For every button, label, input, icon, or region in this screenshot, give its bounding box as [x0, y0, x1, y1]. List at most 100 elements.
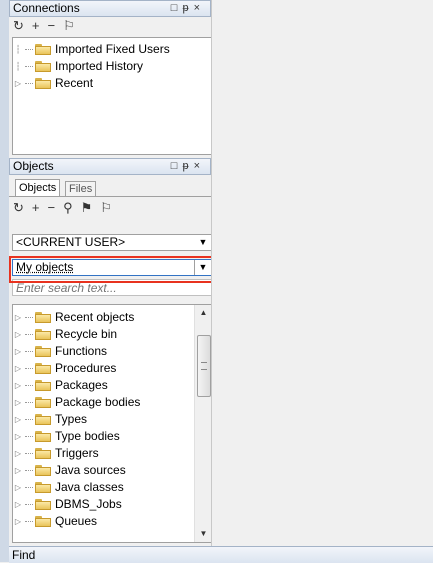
expand-icon[interactable]: ▷: [13, 360, 23, 377]
tree-item-type-bodies[interactable]: ▷ Type bodies: [13, 428, 212, 445]
tree-dots: [25, 435, 33, 438]
expand-icon[interactable]: ▷: [13, 411, 23, 428]
refresh-icon[interactable]: ↻: [13, 18, 24, 34]
find-icon[interactable]: ⚲: [63, 200, 73, 216]
tree-item-recent-objects[interactable]: ▷ Recent objects: [13, 309, 212, 326]
folder-icon: [35, 397, 51, 408]
refresh-icon[interactable]: ↻: [13, 200, 24, 216]
connections-panel: Connections □ᵽ× ↻ + − ⚐ ┆ Imported Fixed…: [9, 0, 213, 158]
add-icon[interactable]: +: [32, 200, 40, 216]
tree-item-imported-history[interactable]: ┆ Imported History: [13, 58, 212, 75]
tab-files[interactable]: Files: [65, 181, 97, 197]
tree-item-label: Package bodies: [55, 395, 141, 409]
panel-controls: □ᵽ×: [171, 1, 205, 16]
tree-item-package-bodies[interactable]: ▷ Package bodies: [13, 394, 212, 411]
user-select-value: <CURRENT USER>: [16, 235, 126, 249]
expand-icon[interactable]: ▷: [13, 343, 23, 360]
folder-icon: [35, 516, 51, 527]
expand-icon[interactable]: ▷: [13, 394, 23, 411]
scroll-down-icon[interactable]: ▼: [195, 526, 212, 542]
folder-icon: [35, 380, 51, 391]
folder-icon: [35, 499, 51, 510]
filter-icon[interactable]: ⚑: [81, 200, 93, 216]
folder-icon: [35, 44, 51, 55]
tree-dots: [25, 82, 33, 85]
tree-dots: [25, 452, 33, 455]
objects-tree[interactable]: ▷ Recent objects ▷ Recycle bin ▷ Functions ▷ Pr…: [12, 304, 213, 543]
tab-objects[interactable]: Objects: [15, 179, 61, 197]
tree-connector: ┆: [15, 45, 21, 54]
folder-icon: [35, 431, 51, 442]
connections-titlebar: Connections □ᵽ×: [9, 0, 211, 17]
objects-title: Objects: [13, 159, 54, 173]
scrollbar-thumb[interactable]: [197, 335, 211, 397]
folder-icon: [35, 465, 51, 476]
expand-icon[interactable]: ▷: [13, 496, 23, 513]
tree-dots: [25, 520, 33, 523]
tree-item-java-sources[interactable]: ▷ Java sources: [13, 462, 212, 479]
tree-item-imported-fixed-users[interactable]: ┆ Imported Fixed Users: [13, 41, 212, 58]
maximize-icon[interactable]: □: [171, 2, 183, 14]
remove-icon[interactable]: −: [48, 200, 56, 216]
tree-item-label: Java classes: [55, 480, 124, 494]
tree-item-recent[interactable]: ▷ Recent: [13, 75, 212, 92]
objects-tree-items: ▷ Recent objects ▷ Recycle bin ▷ Functions ▷ Pr…: [13, 305, 212, 530]
tree-dots: [25, 384, 33, 387]
pin-icon[interactable]: ᵽ: [182, 160, 193, 172]
expand-icon[interactable]: ▷: [13, 75, 23, 92]
connect-icon[interactable]: ⚐: [63, 18, 75, 34]
tree-item-label: Java sources: [55, 463, 126, 477]
pin-icon[interactable]: ᵽ: [182, 2, 193, 14]
tree-dots: [25, 401, 33, 404]
tree-dots: [25, 316, 33, 319]
vertical-scrollbar[interactable]: ▲ ▼: [194, 305, 212, 542]
tree-item-functions[interactable]: ▷ Functions: [13, 343, 212, 360]
tree-item-label: DBMS_Jobs: [55, 497, 122, 511]
connections-toolbar: ↻ + − ⚐: [9, 17, 211, 35]
tree-item-label: Imported Fixed Users: [55, 42, 170, 56]
tree-item-label: Imported History: [55, 59, 144, 73]
tree-dots: [25, 418, 33, 421]
tree-item-types[interactable]: ▷ Types: [13, 411, 212, 428]
tree-item-label: Packages: [55, 378, 108, 392]
tree-item-queues[interactable]: ▷ Queues: [13, 513, 212, 530]
tree-dots: [25, 503, 33, 506]
expand-icon[interactable]: ▷: [13, 377, 23, 394]
folder-icon: [35, 414, 51, 425]
tree-item-procedures[interactable]: ▷ Procedures: [13, 360, 212, 377]
dropdown-arrow-icon[interactable]: ▼: [195, 235, 211, 250]
expand-icon[interactable]: ▷: [13, 445, 23, 462]
main-workspace: [211, 0, 433, 546]
expand-icon[interactable]: ▷: [13, 479, 23, 496]
expand-icon[interactable]: ▷: [13, 428, 23, 445]
connections-tree[interactable]: ┆ Imported Fixed Users ┆ Imported Histor…: [12, 37, 213, 155]
close-icon[interactable]: ×: [194, 2, 205, 14]
tree-item-label: Queues: [55, 514, 98, 528]
objects-toolbar: ↻ + − ⚲ ⚑ ⚐: [9, 199, 211, 217]
connections-title: Connections: [13, 1, 80, 15]
tree-dots: [25, 333, 33, 336]
tree-item-triggers[interactable]: ▷ Triggers: [13, 445, 212, 462]
grip-icon: [201, 362, 207, 370]
scroll-up-icon[interactable]: ▲: [195, 305, 212, 321]
remove-icon[interactable]: −: [48, 18, 56, 34]
expand-icon[interactable]: ▷: [13, 326, 23, 343]
tree-item-recycle-bin[interactable]: ▷ Recycle bin: [13, 326, 212, 343]
tree-item-label: Triggers: [55, 446, 99, 460]
tree-dots: [25, 48, 33, 51]
tree-item-dbms-jobs[interactable]: ▷ DBMS_Jobs: [13, 496, 212, 513]
maximize-icon[interactable]: □: [171, 160, 183, 172]
tree-item-label: Functions: [55, 344, 108, 358]
expand-icon[interactable]: ▷: [13, 462, 23, 479]
tree-item-java-classes[interactable]: ▷ Java classes: [13, 479, 212, 496]
expand-icon[interactable]: ▷: [13, 513, 23, 530]
connect-icon[interactable]: ⚐: [100, 200, 112, 216]
tree-item-label: Recent objects: [55, 310, 135, 324]
add-icon[interactable]: +: [32, 18, 40, 34]
folder-icon: [35, 363, 51, 374]
tree-item-label: Recycle bin: [55, 327, 118, 341]
close-icon[interactable]: ×: [194, 160, 205, 172]
user-select[interactable]: <CURRENT USER> ▼: [12, 234, 212, 251]
tree-item-packages[interactable]: ▷ Packages: [13, 377, 212, 394]
expand-icon[interactable]: ▷: [13, 309, 23, 326]
